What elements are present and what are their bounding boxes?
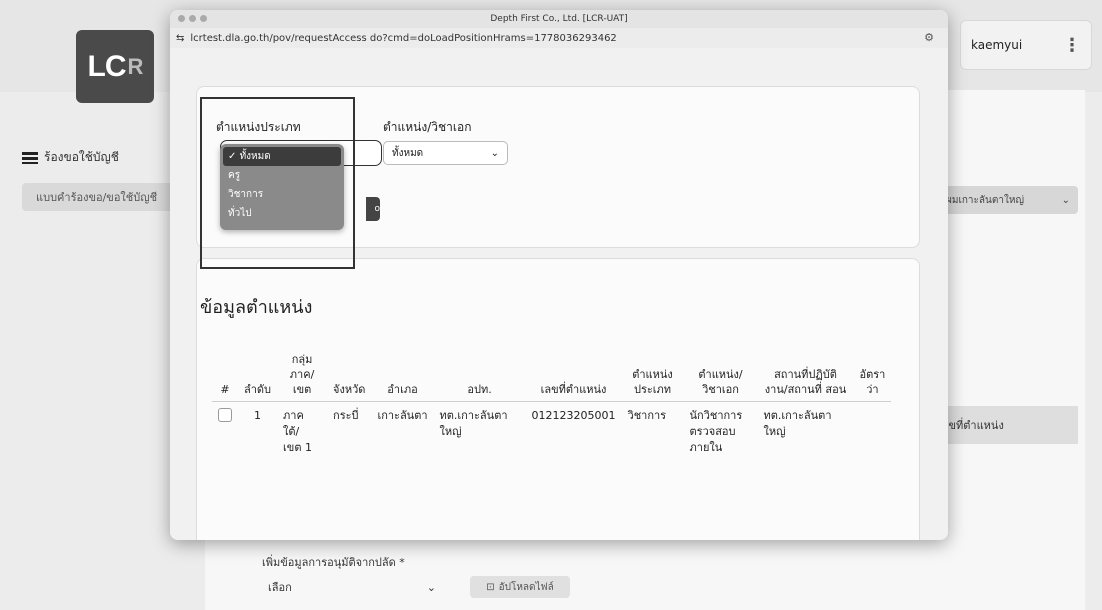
cell-order: 1 [254, 409, 262, 422]
row-checkbox[interactable] [218, 408, 232, 422]
col-workplace: สถานที่ปฏิบัติ งาน/สถานที่ สอน [757, 348, 854, 402]
cell-district: เกาะลันตา [377, 409, 428, 422]
chevron-down-icon: ⌄ [1061, 194, 1070, 206]
list-icon [22, 151, 38, 164]
cell-workplace: ทต.เกาะลันตา ใหญ่ [763, 409, 832, 438]
chevron-down-icon: ⌄ [426, 580, 436, 594]
col-position-no: เลขที่ตำแหน่ง [525, 348, 622, 402]
district-select-value: ผมเกาะลันตาใหญ่ [946, 194, 1024, 206]
col-district: อำเภอ [371, 348, 434, 402]
table-header-row: # ลำดับ กลุ่ม ภาค/ เขต จังหวัด อำเภอ อปท… [212, 348, 892, 402]
col-vacancy: อัตรา ว่า [853, 348, 892, 402]
upload-icon: ⊡ [486, 581, 495, 593]
col-select: # [212, 348, 238, 402]
col-region: กลุ่ม ภาค/ เขต [277, 348, 328, 402]
app-logo[interactable]: LC R [76, 30, 154, 103]
table-row[interactable]: 1 ภาค ใต้/ เขต 1 กระบี่ เกาะลันตา ทต.เกา… [212, 402, 891, 463]
section-title: ข้อมูลตำแหน่ง [200, 297, 313, 318]
dropdown-button-edge: o [366, 197, 380, 221]
upload-button[interactable]: ⊡ อัปโหลดไฟล์ [470, 576, 570, 598]
cell-position-no: 012123205001 [531, 409, 616, 422]
maximize-window-button[interactable] [200, 15, 207, 22]
col-province: จังหวัด [327, 348, 372, 402]
chevron-down-icon: ⌄ [490, 147, 499, 159]
extension-icon[interactable]: ⚙ [924, 31, 934, 44]
approval-label: เพิ่มข้อมูลการอนุมัติจากปลัด * [262, 556, 405, 569]
cell-province: กระบี่ [333, 409, 359, 422]
upload-button-label: อัปโหลดไฟล์ [498, 581, 554, 593]
position-number-header: เลขที่ตำแหน่ง [930, 406, 1078, 444]
window-title: Depth First Co., Ltd. [LCR-UAT] [490, 14, 628, 24]
sidebar-item-request[interactable]: ร้องขอใช้บัญชี [22, 148, 119, 167]
sidebar-item-label: ร้องขอใช้บัญชี [44, 150, 119, 164]
major-select-value: ทั้งหมด [392, 147, 424, 159]
col-major: ตำแหน่ง/ วิชาเอก [683, 348, 758, 402]
minimize-window-button[interactable] [189, 15, 196, 22]
cell-region: ภาค ใต้/ เขต 1 [283, 409, 312, 454]
col-org: อปท. [433, 348, 526, 402]
url-text: lcrtest.dla.go.th/pov/requestAccess do?c… [190, 32, 617, 44]
cell-major: นักวิชาการ ตรวจสอบ ภายใน [689, 409, 743, 454]
window-controls [178, 15, 207, 22]
district-select[interactable]: ผมเกาะลันตาใหญ่ ⌄ [938, 186, 1078, 214]
site-settings-icon[interactable]: ⇆ [176, 33, 184, 44]
col-order: ลำดับ [238, 348, 278, 402]
close-window-button[interactable] [178, 15, 185, 22]
row-checkbox-cell[interactable] [212, 402, 238, 463]
logo-mark: R [127, 53, 144, 79]
approval-select-value: เลือก [268, 581, 292, 594]
major-label: ตำแหน่ง/วิชาเอก [383, 120, 472, 134]
approval-select[interactable]: เลือก ⌄ [262, 574, 442, 600]
window-titlebar[interactable]: Depth First Co., Ltd. [LCR-UAT] [170, 10, 948, 28]
url-bar[interactable]: ⇆ lcrtest.dla.go.th/pov/requestAccess do… [170, 28, 948, 49]
cell-vacancy [854, 402, 892, 463]
user-name: kaemyui [971, 38, 1023, 52]
logo-text: LC [87, 49, 127, 83]
major-select[interactable]: ทั้งหมด ⌄ [383, 141, 508, 165]
highlight-box [200, 97, 355, 269]
kebab-icon[interactable]: ⋮ [1063, 35, 1081, 56]
user-menu[interactable]: kaemyui ⋮ [960, 20, 1092, 70]
popup-window: Depth First Co., Ltd. [LCR-UAT] ⇆ lcrtes… [170, 10, 948, 540]
cell-position-type: วิชาการ [627, 409, 667, 422]
col-position-type: ตำแหน่ง ประเภท [621, 348, 684, 402]
cell-org: ทต.เกาะลันตา ใหญ่ [439, 409, 508, 438]
position-table: # ลำดับ กลุ่ม ภาค/ เขต จังหวัด อำเภอ อปท… [212, 348, 892, 463]
popup-body: ตำแหน่งประเภท ตำแหน่ง/วิชาเอก ทั้งหมด ⌄ … [170, 48, 948, 540]
